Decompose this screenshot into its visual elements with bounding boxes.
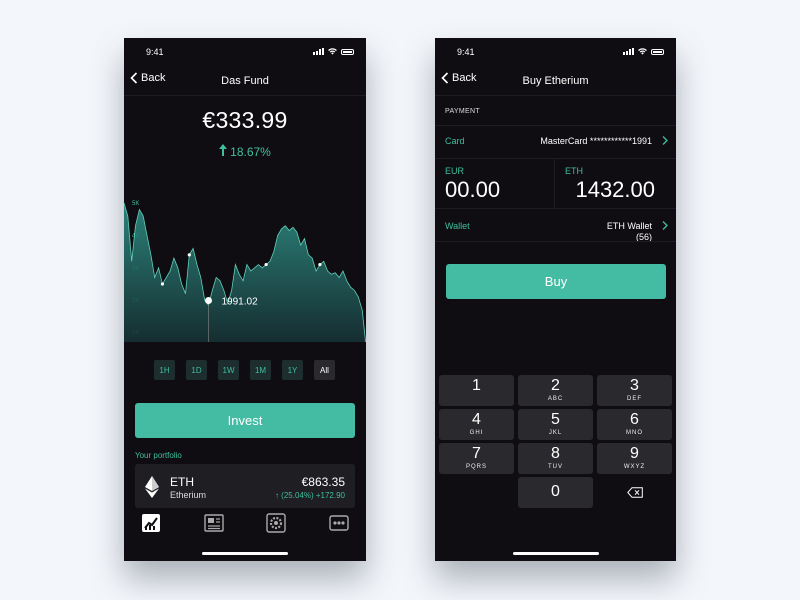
chart-point[interactable] bbox=[264, 262, 268, 267]
status-icons bbox=[313, 48, 354, 55]
timeframe-selector: 1H 1D 1W 1M 1Y All bbox=[154, 360, 335, 380]
signal-icon bbox=[623, 48, 634, 55]
wallet-name: ETH Wallet bbox=[606, 221, 652, 231]
portfolio-item-eth[interactable]: ETH Etherium €863.35 ↑ (25.04%) +172.90 bbox=[135, 464, 355, 508]
key-digit: 5 bbox=[551, 411, 560, 428]
timeframe-1h[interactable]: 1H bbox=[154, 360, 175, 380]
key-digit: 3 bbox=[630, 377, 639, 394]
timeframe-1m[interactable]: 1M bbox=[250, 360, 271, 380]
status-time: 9:41 bbox=[457, 47, 475, 57]
y-tick-label: 5K bbox=[132, 201, 139, 207]
key-letters: WXYZ bbox=[623, 464, 646, 470]
price-change-value: 18.67% bbox=[230, 145, 271, 159]
coin-value: €863.35 bbox=[301, 475, 345, 489]
key-digit: 6 bbox=[630, 411, 639, 428]
news-tab-icon[interactable] bbox=[204, 513, 224, 533]
key-letters: ABC bbox=[547, 396, 564, 402]
fund-screen: 9:41 Back Das Fund €333.99 18.67% 01K2K3… bbox=[124, 38, 366, 561]
home-indicator bbox=[512, 552, 599, 555]
key-0[interactable]: 0 bbox=[518, 477, 593, 508]
divider bbox=[435, 241, 676, 242]
eth-amount: 1432.00 bbox=[575, 177, 655, 202]
card-value: MasterCard ************1991 bbox=[540, 136, 652, 146]
settings-tab-icon[interactable] bbox=[266, 513, 286, 533]
signal-icon bbox=[313, 48, 324, 55]
key-digit: 1 bbox=[472, 377, 481, 394]
chevron-right-icon bbox=[662, 136, 668, 145]
portfolio-label: Your portfolio bbox=[135, 451, 182, 460]
key-2[interactable]: 2 ABC bbox=[518, 375, 593, 406]
invest-button[interactable]: Invest bbox=[135, 403, 355, 438]
tab-bar bbox=[124, 508, 366, 561]
timeframe-1d[interactable]: 1D bbox=[186, 360, 207, 380]
more-tab-icon[interactable] bbox=[329, 513, 349, 533]
timeframe-all[interactable]: All bbox=[314, 360, 335, 380]
page-title: Das Fund bbox=[221, 75, 269, 87]
key-letters: GHI bbox=[469, 430, 484, 436]
chart-point[interactable] bbox=[318, 262, 322, 267]
key-7[interactable]: 7 PQRS bbox=[439, 443, 514, 474]
key-digit: 0 bbox=[551, 483, 560, 500]
coin-change-value: (25.04%) +172.90 bbox=[281, 491, 345, 500]
key-digit: 2 bbox=[551, 377, 560, 394]
eur-amount: 00.00 bbox=[445, 177, 501, 202]
coin-symbol: ETH bbox=[170, 475, 194, 489]
key-5[interactable]: 5 JKL bbox=[518, 409, 593, 440]
key-3[interactable]: 3 DEF bbox=[597, 375, 672, 406]
backspace-icon bbox=[626, 487, 643, 498]
status-icons bbox=[623, 48, 664, 55]
eth-label: ETH bbox=[565, 166, 583, 176]
timeframe-1w[interactable]: 1W bbox=[218, 360, 239, 380]
price-chart[interactable]: 01K2K3K4K5K 1991.02 FebAprJunAugOctDec bbox=[124, 160, 366, 342]
key-9[interactable]: 9 WXYZ bbox=[597, 443, 672, 474]
buy-button[interactable]: Buy bbox=[446, 264, 666, 299]
buy-screen: 9:41 Back Buy Etherium PAYMENT Card Mast… bbox=[435, 38, 676, 561]
chart-marker-label: 1991.02 bbox=[222, 296, 259, 307]
coin-change: ↑ (25.04%) +172.90 bbox=[275, 491, 345, 500]
nav-bar: Back Buy Etherium bbox=[435, 66, 676, 96]
key-1[interactable]: 1 bbox=[439, 375, 514, 406]
chart-point[interactable] bbox=[187, 253, 191, 257]
battery-icon bbox=[651, 48, 664, 55]
key-digit: 7 bbox=[472, 445, 481, 462]
divider bbox=[435, 208, 676, 209]
ethereum-icon bbox=[145, 476, 159, 498]
eur-label: EUR bbox=[445, 166, 465, 176]
divider bbox=[435, 158, 676, 159]
key-8[interactable]: 8 TUV bbox=[518, 443, 593, 474]
key-digit: 4 bbox=[472, 411, 481, 428]
chart-marker[interactable] bbox=[205, 296, 213, 304]
wallet-value: ETH Wallet (56) bbox=[607, 221, 652, 243]
delete-key[interactable] bbox=[597, 477, 672, 508]
key-digit: 9 bbox=[630, 445, 639, 462]
price-change: 18.67% bbox=[124, 144, 366, 159]
chart-tab-icon[interactable] bbox=[141, 513, 161, 533]
key-letters: TUV bbox=[548, 464, 563, 470]
timeframe-1y[interactable]: 1Y bbox=[282, 360, 303, 380]
coin-name: Etherium bbox=[170, 490, 207, 500]
key-letters: PQRS bbox=[465, 464, 487, 470]
home-indicator bbox=[202, 552, 288, 555]
card-label: Card bbox=[445, 136, 465, 146]
key-letters: MNO bbox=[626, 430, 643, 436]
nav-bar: Back Das Fund bbox=[124, 66, 366, 96]
battery-icon bbox=[341, 48, 354, 55]
key-letters: DEF bbox=[627, 396, 642, 402]
divider bbox=[554, 158, 555, 208]
key-4[interactable]: 4 GHI bbox=[439, 409, 514, 440]
key-letters: JKL bbox=[548, 430, 563, 436]
status-time: 9:41 bbox=[146, 47, 164, 57]
fund-price: €333.99 bbox=[202, 107, 288, 133]
wallet-label: Wallet bbox=[445, 221, 470, 231]
key-6[interactable]: 6 MNO bbox=[597, 409, 672, 440]
key-digit: 8 bbox=[551, 445, 560, 462]
wifi-icon bbox=[638, 48, 647, 55]
page-title: Buy Etherium bbox=[522, 75, 589, 87]
divider bbox=[435, 125, 676, 126]
arrow-up-icon bbox=[219, 144, 228, 159]
wifi-icon bbox=[328, 48, 337, 55]
chart-point[interactable] bbox=[160, 282, 165, 286]
chevron-right-icon bbox=[662, 221, 668, 230]
payment-section-header: PAYMENT bbox=[445, 108, 480, 115]
